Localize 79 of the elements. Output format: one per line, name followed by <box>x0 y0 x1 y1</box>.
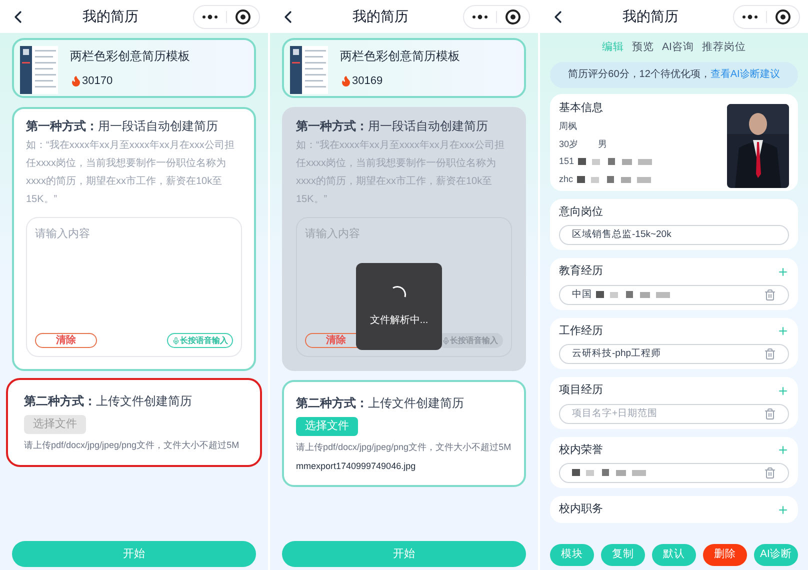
entry-placeholder: 项目名字+日期范围 <box>572 406 658 421</box>
method-title: 上传文件创建简历 <box>368 395 464 412</box>
upload-hint: 请上传pdf/docx/jpg/jpeg/png文件，文件大小不超过5M <box>24 439 240 452</box>
capsule-menu[interactable] <box>463 4 530 28</box>
section-title: 教育经历 <box>559 264 603 280</box>
microphone-icon <box>442 336 450 344</box>
tab[interactable]: 推荐岗位 <box>702 40 746 56</box>
start-button[interactable]: 开始 <box>282 541 526 567</box>
capsule-menu[interactable] <box>733 4 800 28</box>
method-label: 第二种方式： <box>296 395 368 412</box>
action-button[interactable]: 模块 <box>550 544 594 566</box>
entry-field[interactable]: 区域销售总监-15k~20k <box>559 225 789 246</box>
capsule-menu[interactable] <box>193 4 260 28</box>
entry-field[interactable]: 项目名字+日期范围 <box>559 404 789 424</box>
entry-field[interactable]: 中国 <box>559 284 789 305</box>
flame-icon <box>340 74 352 87</box>
section-title: 校内职务 <box>559 502 603 518</box>
age-text: 30岁 <box>559 138 578 151</box>
flame-icon <box>70 74 82 87</box>
resume-thumbnail-drawing <box>290 46 328 94</box>
tab[interactable]: 预览 <box>632 40 654 56</box>
delete-icon[interactable] <box>764 288 776 301</box>
more-icon[interactable] <box>742 14 758 20</box>
section-title: 校内荣誉 <box>559 442 603 458</box>
file-name: mmexport1740999749046.jpg <box>296 460 417 473</box>
action-button[interactable]: 默认 <box>652 544 696 566</box>
voice-input-button[interactable]: 长按语音输入 <box>167 333 233 348</box>
microphone-icon <box>172 336 180 344</box>
choose-file-button[interactable]: 选择文件 <box>296 417 358 436</box>
content-textarea[interactable]: 请输入内容 清除 长按语音输入 <box>26 217 242 357</box>
upload-hint: 请上传pdf/docx/jpg/jpeg/png文件，文件大小不超过5M <box>296 441 512 454</box>
loading-text: 文件解析中... <box>370 314 428 328</box>
start-button[interactable]: 开始 <box>12 541 256 567</box>
tab[interactable]: AI咨询 <box>662 40 694 56</box>
example-text: 如：“我在xxxx年xx月至xxxx年xx月在xxx公司担任xxxx岗位，当前我想要制作一份职位名称为xxxx的简历，期望在xx市工作，薪资在10k至15K。” <box>26 138 236 207</box>
delete-icon[interactable] <box>764 348 776 360</box>
ai-advice-link[interactable]: 查看AI诊断建议 <box>710 67 780 82</box>
page-title: 我的简历 <box>82 7 138 26</box>
action-button[interactable]: 复制 <box>601 544 645 566</box>
resume-thumbnail-drawing <box>20 46 58 94</box>
section-title: 项目经历 <box>559 383 603 398</box>
method-label: 第一种方式： <box>26 118 98 135</box>
score-text: 简历评分60分，12个待优化项， <box>568 68 710 82</box>
template-card[interactable]: 两栏色彩创意简历模板 30169 <box>282 38 526 98</box>
entry-field[interactable]: 云研科技-php工程师 <box>559 344 789 364</box>
textarea-placeholder: 请输入内容 <box>305 226 361 242</box>
action-button[interactable]: 删除 <box>703 544 747 566</box>
more-icon[interactable] <box>472 14 488 20</box>
template-card[interactable]: 两栏色彩创意简历模板 30170 <box>12 38 256 98</box>
method-title: 用一段话自动创建简历 <box>98 118 218 135</box>
gender-text: 男 <box>598 138 608 151</box>
section-title: 意向岗位 <box>559 204 603 220</box>
entry-field[interactable] <box>559 463 789 484</box>
example-text: 如：“我在xxxx年xx月至xxxx年xx月在xxx公司担任xxxx岗位，当前我想要制作一份职位名称为xxxx的简历，期望在xx市工作，薪资在10k至15K。” <box>296 138 506 207</box>
popularity-count: 30170 <box>82 74 113 88</box>
method-title: 用一段话自动创建简历 <box>368 118 488 135</box>
popularity-count: 30169 <box>352 74 383 88</box>
action-button[interactable]: AI诊断 <box>754 544 798 566</box>
template-name: 两栏色彩创意简历模板 <box>340 48 460 65</box>
page-title: 我的简历 <box>622 7 678 26</box>
delete-icon[interactable] <box>764 467 776 480</box>
entry-text: 中国 <box>572 288 592 302</box>
name-text: 周枫 <box>559 120 578 134</box>
more-icon[interactable] <box>202 14 218 20</box>
method-title: 上传文件创建简历 <box>96 393 192 410</box>
clear-button[interactable]: 清除 <box>35 333 97 348</box>
entry-text: 区域销售总监-15k~20k <box>572 228 672 242</box>
tab[interactable]: 编辑 <box>602 40 624 56</box>
phone-text: 151 <box>559 155 574 168</box>
method-label: 第一种方式： <box>296 118 368 135</box>
textarea-placeholder: 请输入内容 <box>35 226 91 242</box>
section-title: 基本信息 <box>559 100 604 116</box>
section-title: 工作经历 <box>559 324 603 339</box>
template-name: 两栏色彩创意简历模板 <box>70 48 190 65</box>
entry-text: 云研科技-php工程师 <box>572 347 662 362</box>
delete-icon[interactable] <box>764 408 776 420</box>
page-title: 我的简历 <box>352 7 408 26</box>
method-label: 第二种方式： <box>24 393 96 410</box>
email-text: zhc <box>559 172 574 186</box>
